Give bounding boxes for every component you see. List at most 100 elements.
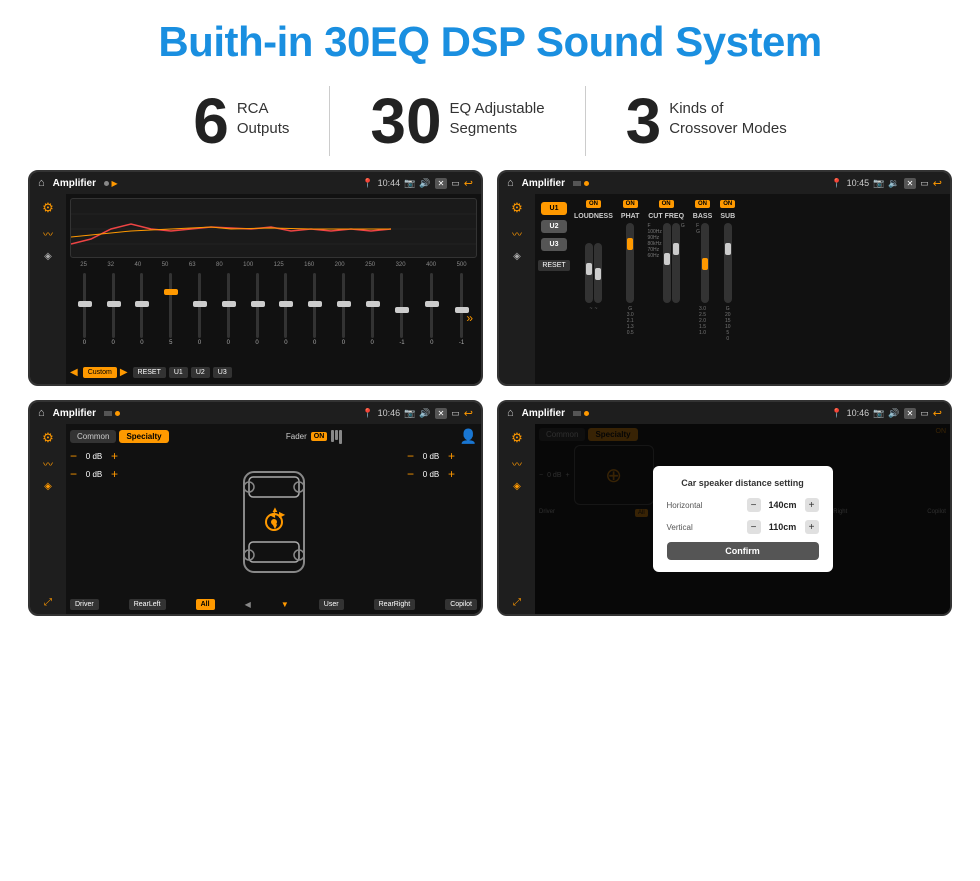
eq-slider-9: 0 [342,273,345,363]
cutfreq-on[interactable]: ON [659,200,674,208]
eq-statusbar: ⌂ Amplifier ▶ 📍 10:44 📷 🔊 ✕ ▭ ↩ [30,172,481,194]
xover-back-icon[interactable]: ↩ [933,177,942,190]
vol-row-3: − 0 dB + [407,467,477,481]
eq-play-arrow[interactable]: ▶ [120,367,128,378]
bass-on[interactable]: ON [695,200,710,208]
dialog-location-icon: 📍 [831,408,842,419]
dialog-horizontal-minus[interactable]: − [747,498,761,512]
dialog-expand-icon[interactable]: ⤢ [513,597,521,608]
home-icon[interactable]: ⌂ [38,177,45,189]
dialog-vertical-plus[interactable]: + [805,520,819,534]
eq-next-arrow[interactable]: » [466,311,473,325]
fader-left-arrow[interactable]: ◀ [245,600,251,609]
dialog-x-icon[interactable]: ✕ [904,408,917,419]
fader-wave-icon[interactable]: 〰 [43,456,53,471]
stat-rca-label: RCA Outputs [237,89,290,138]
xover-filter-icon[interactable]: ⚙ [511,200,523,216]
fader-common-tab[interactable]: Common [70,430,116,443]
dialog-wave-icon[interactable]: 〰 [512,456,522,471]
fader-rearright-btn[interactable]: RearRight [374,599,416,610]
fader-expand-icon[interactable]: ⤢ [44,597,52,608]
xover-wave-icon[interactable]: 〰 [512,226,522,241]
eq-x-icon[interactable]: ✕ [435,178,448,189]
xover-u1-btn[interactable]: U1 [541,202,567,215]
eq-cam-icon: 📷 [404,178,415,189]
fader-on-badge[interactable]: ON [311,432,328,441]
fader-screen-wrapper: ⌂ Amplifier 📍 10:46 📷 🔊 ✕ ▭ ↩ [28,400,483,616]
dialog-window-icon[interactable]: ▭ [920,408,929,419]
dialog-confirm-button[interactable]: Confirm [667,542,819,560]
fader-avatar-icon[interactable]: 👤 [460,428,477,445]
vol-plus-3[interactable]: + [448,467,455,481]
xover-reset-btn[interactable]: RESET [538,260,569,271]
dialog-horizontal-plus[interactable]: + [805,498,819,512]
xover-home-icon[interactable]: ⌂ [507,177,514,189]
fader-vol-sidebar-icon[interactable]: ◈ [44,481,52,492]
vol-minus-0[interactable]: − [70,449,77,463]
dialog-home-icon[interactable]: ⌂ [507,407,514,419]
fader-right-controls: − 0 dB + − 0 dB + [407,449,477,595]
dialog-vertical-minus[interactable]: − [747,520,761,534]
svg-text:▼: ▼ [271,522,279,531]
eq-custom-btn[interactable]: Custom [83,367,117,378]
fader-down-arrow[interactable]: ▼ [281,600,289,609]
fader-rearleft-btn[interactable]: RearLeft [129,599,166,610]
eq-vol-icon: 🔊 [419,178,430,189]
fader-all-btn[interactable]: All [196,599,215,610]
fader-driver-btn[interactable]: Driver [70,599,99,610]
stats-row: 6 RCA Outputs 30 EQ Adjustable Segments … [0,76,980,170]
eq-window-icon[interactable]: ▭ [451,178,460,189]
vol-minus-3[interactable]: − [407,467,414,481]
xover-phat: ON PHAT G3.02.11.30.5 [621,200,640,336]
fader-home-icon[interactable]: ⌂ [38,407,45,419]
crossover-sidebar: ⚙ 〰 ◈ [499,194,535,384]
fader-filter-icon[interactable]: ⚙ [42,430,54,446]
dialog-back-icon[interactable]: ↩ [933,407,942,420]
vol-minus-2[interactable]: − [407,449,414,463]
fader-copilot-btn[interactable]: Copilot [445,599,477,610]
loudness-on[interactable]: ON [586,200,601,208]
fader-back-icon[interactable]: ↩ [464,407,473,420]
dialog-vertical-value: 110cm [765,522,801,532]
vol-plus-0[interactable]: + [111,449,118,463]
eq-filter-icon[interactable]: ⚙ [42,200,54,216]
eq-prev-arrow[interactable]: ◀ [70,367,78,378]
fader-statusbar: ⌂ Amplifier 📍 10:46 📷 🔊 ✕ ▭ ↩ [30,402,481,424]
xover-cam-icon: 📷 [873,178,884,189]
xover-window-icon[interactable]: ▭ [920,178,929,189]
fader-user-btn[interactable]: User [319,599,344,610]
eq-speaker-icon[interactable]: ◈ [44,251,52,262]
eq-wave-icon[interactable]: 〰 [43,226,53,241]
eq-main: 25 32 40 50 63 80 100 125 160 200 250 32… [66,194,481,384]
vol-row-1: − 0 dB + [70,467,140,481]
fader-specialty-tab[interactable]: Specialty [119,430,168,443]
dialog-horizontal-label: Horizontal [667,501,703,510]
xover-x-icon[interactable]: ✕ [904,178,917,189]
phat-on[interactable]: ON [623,200,638,208]
eq-back-icon[interactable]: ↩ [464,177,473,190]
eq-status-dots: ▶ [104,178,118,188]
dialog-vol-sidebar-icon[interactable]: ◈ [513,481,521,492]
fader-x-icon[interactable]: ✕ [435,408,448,419]
eq-u1-btn[interactable]: U1 [169,367,188,378]
dialog-hu-screen: ⌂ Amplifier 📍 10:46 📷 🔊 ✕ ▭ ↩ [499,402,950,614]
dialog-filter-icon[interactable]: ⚙ [511,430,523,446]
stat-crossover-number: 3 [626,89,662,153]
vol-plus-2[interactable]: + [448,449,455,463]
vol-plus-1[interactable]: + [111,467,118,481]
xover-u2-btn[interactable]: U2 [541,220,567,233]
eq-slider-4: 0 [198,273,201,363]
vol-minus-1[interactable]: − [70,467,77,481]
fader-window-icon[interactable]: ▭ [451,408,460,419]
eq-u3-btn[interactable]: U3 [213,367,232,378]
eq-sidebar: ⚙ 〰 ◈ [30,194,66,384]
xover-location-icon: 📍 [831,178,842,189]
eq-reset-btn[interactable]: RESET [133,367,166,378]
sub-on[interactable]: ON [720,200,735,208]
stat-rca: 6 RCA Outputs [153,89,329,153]
eq-u2-btn[interactable]: U2 [191,367,210,378]
xover-u3-btn[interactable]: U3 [541,238,567,251]
eq-slider-8: 0 [313,273,316,363]
eq-graph-svg [71,199,476,257]
xover-speaker-icon[interactable]: ◈ [513,251,521,262]
